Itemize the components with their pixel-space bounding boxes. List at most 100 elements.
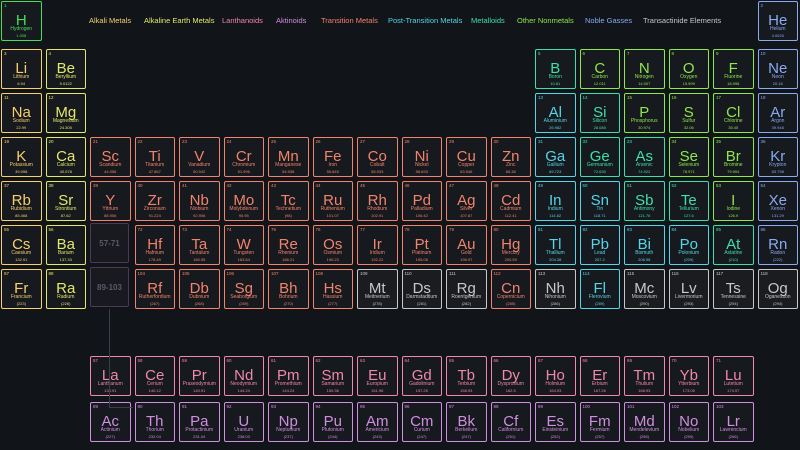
legend-transactinide-elements[interactable]: Transactinide Elements (643, 16, 721, 25)
element-arsenic[interactable]: 33 As Arsenic 74.922 (624, 137, 665, 177)
element-rubidium[interactable]: 37 Rb Rubidium 85.468 (1, 181, 42, 221)
element-hydrogen[interactable]: 1 H Hydrogen 1.008 (1, 1, 42, 41)
element-radium[interactable]: 88 Ra Radium (226) (45, 269, 86, 309)
element-technetium[interactable]: 43 Tc Technetium (98) (268, 181, 309, 221)
element-tantalum[interactable]: 73 Ta Tantalum 180.95 (179, 225, 220, 265)
element-fermium[interactable]: 100 Fm Fermium (257) (579, 402, 620, 442)
element-einsteinium[interactable]: 99 Es Einsteinium (252) (535, 402, 576, 442)
element-protactinium[interactable]: 91 Pa Protactinium 231.04 (179, 402, 220, 442)
element-oganesson[interactable]: 118 Og Oganesson (294) (757, 269, 798, 309)
element-roentgenium[interactable]: 111 Rg Roentgenium (282) (446, 269, 487, 309)
element-iodine[interactable]: 53 I Iodine 126.9 (713, 181, 754, 221)
element-carbon[interactable]: 6 C Carbon 12.011 (579, 49, 620, 89)
element-selenium[interactable]: 34 Se Selenium 78.971 (668, 137, 709, 177)
element-californium[interactable]: 98 Cf Californium (251) (490, 402, 531, 442)
element-boron[interactable]: 5 B Boron 10.81 (535, 49, 576, 89)
element-cadmium[interactable]: 48 Cd Cadmium 112.41 (490, 181, 531, 221)
legend-post-transition-metals[interactable]: Post-Transition Metals (388, 16, 462, 25)
element-gold[interactable]: 79 Au Gold 196.97 (446, 225, 487, 265)
actinides-placeholder[interactable]: 89-103 (90, 267, 129, 307)
element-dubnium[interactable]: 105 Db Dubnium (268) (179, 269, 220, 309)
element-hassium[interactable]: 108 Hs Hassium (277) (312, 269, 353, 309)
element-phosphorus[interactable]: 15 P Phosphorus 30.974 (624, 93, 665, 133)
element-neptunium[interactable]: 93 Np Neptunium (237) (268, 402, 309, 442)
legend-other-nonmetals[interactable]: Other Nonmetals (517, 16, 574, 25)
element-helium[interactable]: 2 He Helium 4.0026 (757, 1, 798, 41)
element-erbium[interactable]: 68 Er Erbium 167.26 (579, 356, 620, 396)
element-beryllium[interactable]: 4 Be Beryllium 9.0122 (45, 49, 86, 89)
legend-lanthanoids[interactable]: Lanthanoids (222, 16, 263, 25)
element-niobium[interactable]: 41 Nb Niobium 92.906 (179, 181, 220, 221)
legend-noble-gasses[interactable]: Noble Gasses (585, 16, 632, 25)
element-rhenium[interactable]: 75 Re Rhenium 186.21 (268, 225, 309, 265)
element-bismuth[interactable]: 83 Bi Bismuth 208.98 (624, 225, 665, 265)
element-calcium[interactable]: 20 Ca Calcium 40.078 (45, 137, 86, 177)
element-yttrium[interactable]: 39 Y Yttrium 88.906 (90, 181, 131, 221)
element-plutonium[interactable]: 94 Pu Plutonium (244) (312, 402, 353, 442)
element-livermorium[interactable]: 116 Lv Livermorium (293) (668, 269, 709, 309)
element-iridium[interactable]: 77 Ir Iridium 192.22 (357, 225, 398, 265)
element-tin[interactable]: 50 Sn Tin 118.71 (579, 181, 620, 221)
element-rutherfordium[interactable]: 104 Rf Rutherfordium (267) (134, 269, 175, 309)
legend-alkali-metals[interactable]: Alkali Metals (89, 16, 131, 25)
element-oxygen[interactable]: 8 O Oxygen 15.999 (668, 49, 709, 89)
element-praseodymium[interactable]: 59 Pr Praseodymium 140.91 (179, 356, 220, 396)
element-francium[interactable]: 87 Fr Francium (223) (1, 269, 42, 309)
element-silicon[interactable]: 14 Si Silicon 28.085 (579, 93, 620, 133)
element-ytterbium[interactable]: 70 Yb Ytterbium 173.05 (668, 356, 709, 396)
element-seaborgium[interactable]: 106 Sg Seaborgium (269) (223, 269, 264, 309)
element-neodymium[interactable]: 60 Nd Neodymium 144.24 (223, 356, 264, 396)
element-antimony[interactable]: 51 Sb Antimony 121.76 (624, 181, 665, 221)
element-meitnerium[interactable]: 109 Mt Meitnerium (278) (357, 269, 398, 309)
element-bromine[interactable]: 35 Br Bromine 79.904 (713, 137, 754, 177)
element-copper[interactable]: 29 Cu Copper 63.546 (446, 137, 487, 177)
element-scandium[interactable]: 21 Sc Scandium 44.956 (90, 137, 131, 177)
element-titanium[interactable]: 22 Ti Titanium 47.867 (134, 137, 175, 177)
element-berkelium[interactable]: 97 Bk Berkelium (247) (446, 402, 487, 442)
element-aluminium[interactable]: 13 Al Aluminium 26.982 (535, 93, 576, 133)
element-zinc[interactable]: 30 Zn Zinc 65.38 (490, 137, 531, 177)
element-strontium[interactable]: 38 Sr Strontium 87.62 (45, 181, 86, 221)
element-germanium[interactable]: 32 Ge Germanium 72.630 (579, 137, 620, 177)
element-hafnium[interactable]: 72 Hf Hafnium 178.49 (134, 225, 175, 265)
lanthanides-placeholder[interactable]: 57-71 (90, 223, 129, 263)
element-lawrencium[interactable]: 103 Lr Lawrencium (266) (713, 402, 754, 442)
element-tennessine[interactable]: 117 Ts Tennessine (294) (713, 269, 754, 309)
element-sodium[interactable]: 11 Na Sodium 22.99 (1, 93, 42, 133)
element-magnesium[interactable]: 12 Mg Magnesium 24.305 (45, 93, 86, 133)
element-dysprosium[interactable]: 66 Dy Dysprosium 162.5 (490, 356, 531, 396)
element-barium[interactable]: 56 Ba Barium 137.33 (45, 225, 86, 265)
element-darmstadtium[interactable]: 110 Ds Darmstadtium (281) (401, 269, 442, 309)
element-lanthanum[interactable]: 57 La Lanthanum 138.91 (90, 356, 131, 396)
element-sulfur[interactable]: 16 S Sulfur 32.06 (668, 93, 709, 133)
element-platinum[interactable]: 78 Pt Platinum 195.08 (401, 225, 442, 265)
element-cerium[interactable]: 58 Ce Cerium 140.12 (134, 356, 175, 396)
element-copernicium[interactable]: 112 Cn Copernicium (285) (490, 269, 531, 309)
element-nickel[interactable]: 28 Ni Nickel 58.693 (401, 137, 442, 177)
element-rhodium[interactable]: 45 Rh Rhodium 102.91 (357, 181, 398, 221)
element-potassium[interactable]: 19 K Potassium 39.098 (1, 137, 42, 177)
element-thulium[interactable]: 69 Tm Thulium 168.93 (624, 356, 665, 396)
element-molybdenum[interactable]: 42 Mo Molybdenum 95.95 (223, 181, 264, 221)
element-uranium[interactable]: 92 U Uranium 238.03 (223, 402, 264, 442)
element-argon[interactable]: 18 Ar Argon 39.948 (757, 93, 798, 133)
element-mendelevium[interactable]: 101 Md Mendelevium (258) (624, 402, 665, 442)
element-zirconium[interactable]: 40 Zr Zirconium 91.224 (134, 181, 175, 221)
element-samarium[interactable]: 62 Sm Samarium 150.36 (312, 356, 353, 396)
element-tellurium[interactable]: 52 Te Tellurium 127.6 (668, 181, 709, 221)
element-ruthenium[interactable]: 44 Ru Ruthenium 101.07 (312, 181, 353, 221)
element-polonium[interactable]: 84 Po Polonium (209) (668, 225, 709, 265)
element-lutetium[interactable]: 71 Lu Lutetium 174.97 (713, 356, 754, 396)
element-gallium[interactable]: 31 Ga Gallium 69.723 (535, 137, 576, 177)
element-fluorine[interactable]: 9 F Fluorine 18.998 (713, 49, 754, 89)
element-europium[interactable]: 63 Eu Europium 151.96 (357, 356, 398, 396)
element-palladium[interactable]: 46 Pd Palladium 106.42 (401, 181, 442, 221)
element-gadolinium[interactable]: 64 Gd Gadolinium 157.25 (401, 356, 442, 396)
element-neon[interactable]: 10 Ne Neon 20.18 (757, 49, 798, 89)
element-chlorine[interactable]: 17 Cl Chlorine 35.45 (713, 93, 754, 133)
element-astatine[interactable]: 85 At Astatine (210) (713, 225, 754, 265)
element-curium[interactable]: 96 Cm Curium (247) (401, 402, 442, 442)
element-silver[interactable]: 47 Ag Silver 107.87 (446, 181, 487, 221)
element-holmium[interactable]: 67 Ho Holmium 164.93 (535, 356, 576, 396)
element-nihonium[interactable]: 113 Nh Nihonium (286) (535, 269, 576, 309)
